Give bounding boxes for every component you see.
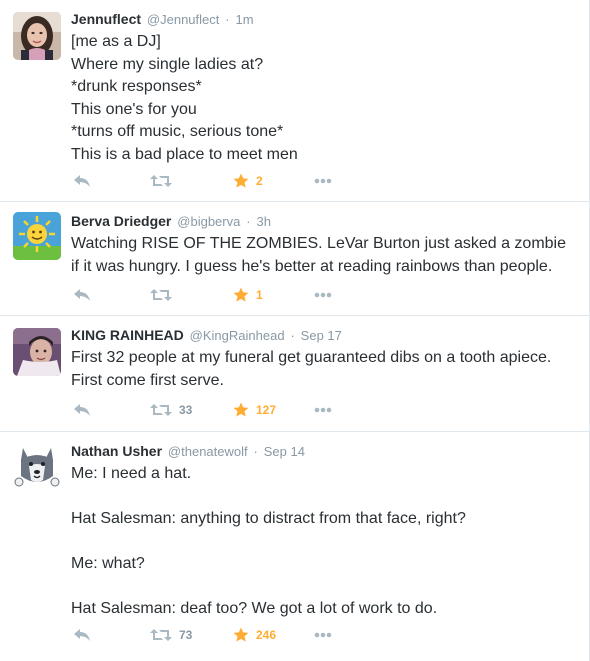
wolf-avatar-icon[interactable]: [13, 442, 61, 490]
tweet-text: Me: I need a hat. Hat Salesman: anything…: [71, 463, 576, 621]
username[interactable]: @Jennuflect: [147, 12, 219, 27]
username[interactable]: @bigberva: [177, 214, 240, 229]
tweet-text-line: Me: I need a hat.: [71, 465, 192, 482]
retweet-button[interactable]: [150, 171, 179, 191]
tweet-text-line: This one's for you: [71, 100, 197, 118]
sun-avatar-icon[interactable]: [13, 212, 61, 260]
fullname[interactable]: Berva Driedger: [71, 213, 171, 229]
tweet-text-line: [me as a DJ]: [71, 33, 161, 50]
favorite-button[interactable]: 127: [233, 400, 276, 420]
retweet-icon: [150, 289, 172, 301]
tweet[interactable]: Nathan Usher @thenatewolf · Sep 14 Me: I…: [0, 432, 589, 661]
favorite-count: 2: [256, 174, 263, 188]
retweet-icon: [150, 175, 172, 187]
more-button[interactable]: [314, 400, 332, 420]
favorite-button[interactable]: 2: [233, 171, 263, 191]
tweet-header: Nathan Usher @thenatewolf · Sep 14: [71, 442, 305, 461]
tweet-text-line: *turns off music, serious tone*: [71, 123, 284, 140]
tweet-text-line: if it was hungry. I guess he's better at…: [71, 257, 553, 275]
favorite-button[interactable]: 246: [233, 625, 276, 645]
fullname[interactable]: Jennuflect: [71, 11, 141, 27]
retweet-icon: [150, 404, 172, 416]
tweet-text-line: Hat Salesman: deaf too? We got a lot of …: [71, 600, 438, 617]
tweet[interactable]: Berva Driedger @bigberva · 3h Watching R…: [0, 202, 589, 316]
tweet-text-line: This is a bad place to meet men: [71, 145, 298, 163]
tweet[interactable]: KING RAINHEAD @KingRainhead · Sep 17 Fir…: [0, 316, 589, 432]
more-icon: [314, 178, 332, 184]
man-avatar-icon[interactable]: [13, 328, 61, 376]
tweet-text-line: *drunk responses*: [71, 78, 202, 95]
timestamp[interactable]: Sep 14: [264, 444, 305, 459]
retweet-icon: [150, 629, 172, 641]
more-icon: [314, 407, 332, 413]
star-icon: [233, 627, 249, 642]
favorite-count: 246: [256, 628, 277, 642]
reply-icon: [74, 289, 90, 301]
favorite-count: 1: [256, 288, 263, 302]
tweet-text-line: First 32 people at my funeral get guaran…: [71, 349, 552, 366]
retweet-button[interactable]: 73: [150, 625, 192, 645]
separator-dot: ·: [225, 12, 230, 27]
more-icon: [314, 292, 332, 298]
more-button[interactable]: [314, 285, 332, 305]
tweet-header: KING RAINHEAD @KingRainhead · Sep 17: [71, 326, 342, 345]
reply-icon: [74, 175, 90, 187]
star-icon: [233, 287, 249, 302]
tweet-text-line: Watching RISE OF THE ZOMBIES. LeVar Burt…: [71, 235, 566, 252]
retweet-button[interactable]: 33: [150, 400, 192, 420]
more-button[interactable]: [314, 171, 332, 191]
separator-dot: ·: [253, 444, 258, 459]
tweet-text: First 32 people at my funeral get guaran…: [71, 347, 576, 392]
reply-button[interactable]: [73, 171, 91, 191]
tweet-text-line: Where my single ladies at?: [71, 55, 264, 73]
retweet-count: 33: [179, 403, 193, 417]
timestamp[interactable]: Sep 17: [301, 328, 342, 343]
tweet-text-line: First come first serve.: [71, 371, 224, 389]
timestamp[interactable]: 3h: [256, 214, 270, 229]
username[interactable]: @thenatewolf: [168, 444, 248, 459]
star-icon: [233, 402, 249, 417]
tweet-text-line: [71, 486, 576, 509]
tweet[interactable]: Jennuflect @Jennuflect · 1m [me as a DJ]…: [0, 0, 589, 202]
tweet-text-line: Hat Salesman: anything to distract from …: [71, 510, 466, 527]
timeline: Jennuflect @Jennuflect · 1m [me as a DJ]…: [0, 0, 590, 661]
username[interactable]: @KingRainhead: [190, 328, 285, 343]
tweet-text-line: [71, 531, 576, 554]
retweet-button[interactable]: [150, 285, 179, 305]
retweet-count: 73: [179, 628, 193, 642]
timestamp[interactable]: 1m: [236, 12, 254, 27]
tweet-header: Berva Driedger @bigberva · 3h: [71, 212, 271, 231]
reply-icon: [74, 629, 90, 641]
tweet-text-line: [71, 576, 576, 599]
reply-button[interactable]: [73, 625, 91, 645]
woman-avatar-icon[interactable]: [13, 12, 61, 60]
reply-button[interactable]: [73, 400, 91, 420]
reply-icon: [74, 404, 90, 416]
tweet-text: [me as a DJ] Where my single ladies at? …: [71, 31, 576, 166]
tweet-text-line: Me: what?: [71, 555, 145, 572]
favorite-button[interactable]: 1: [233, 285, 263, 305]
fullname[interactable]: Nathan Usher: [71, 443, 162, 459]
more-icon: [314, 632, 332, 638]
star-icon: [233, 173, 249, 188]
tweet-header: Jennuflect @Jennuflect · 1m: [71, 10, 254, 29]
tweet-text: Watching RISE OF THE ZOMBIES. LeVar Burt…: [71, 233, 576, 278]
more-button[interactable]: [314, 625, 332, 645]
fullname[interactable]: KING RAINHEAD: [71, 327, 184, 343]
separator-dot: ·: [246, 214, 251, 229]
favorite-count: 127: [256, 403, 277, 417]
reply-button[interactable]: [73, 285, 91, 305]
separator-dot: ·: [290, 328, 295, 343]
